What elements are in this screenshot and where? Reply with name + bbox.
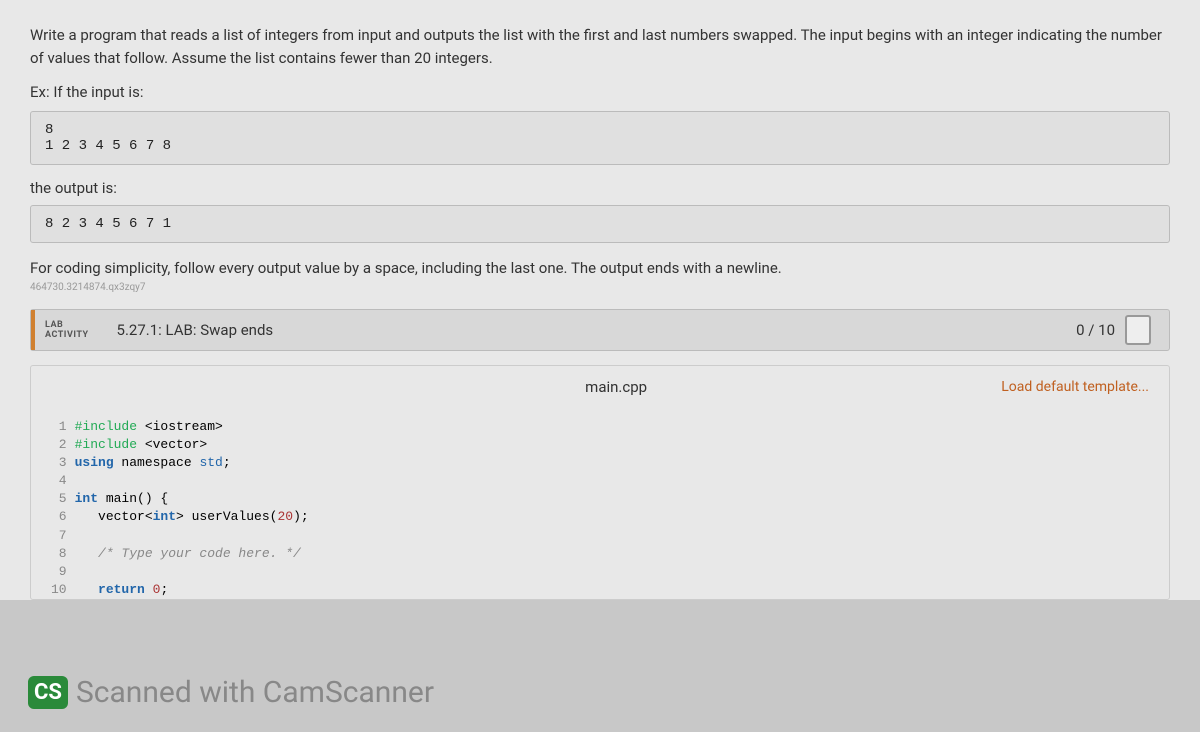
code-token: std [199,455,222,470]
code-token: #include [75,419,145,434]
cs-watermark-text: Scanned with CamScanner [76,675,434,710]
code-token: return [98,582,145,597]
hash-text: 464730.3214874.qx3zqy7 [30,282,1170,293]
score-box-icon [1125,315,1151,345]
lab-badge: LAB ACTIVITY [31,310,103,350]
load-template-link[interactable]: Load default template... [1001,379,1149,395]
code-token: namespace [114,455,200,470]
code-token: using [75,455,114,470]
score-text: 0 / 10 [1076,321,1115,339]
lab-header-right: 0 / 10 [1076,310,1169,350]
code-token: #include [75,437,145,452]
code-token: main() { [98,491,168,506]
code-token: int [153,509,176,524]
page-container: Write a program that reads a list of int… [0,0,1200,600]
code-token: vector< [75,509,153,524]
code-token: <vector> [145,437,207,452]
cs-badge-icon: CS [28,676,68,709]
editor-header: main.cpp Load default template... [31,366,1169,408]
code-token: ; [223,455,231,470]
code-token: > userValues( [176,509,277,524]
lab-header-left: LAB ACTIVITY 5.27.1: LAB: Swap ends [31,310,287,350]
code-token [145,582,153,597]
problem-description: Write a program that reads a list of int… [30,24,1170,69]
code-token: /* Type your code here. */ [75,546,301,561]
line-gutter: 1 2 3 4 5 6 7 8 9 10 [31,418,75,600]
input-example-block: 8 1 2 3 4 5 6 7 8 [30,111,1170,165]
code-editor[interactable]: 1 2 3 4 5 6 7 8 9 10 #include <iostream>… [31,408,1169,600]
lab-activity-box: LAB ACTIVITY 5.27.1: LAB: Swap ends 0 / … [30,309,1170,351]
code-token: ; [160,582,168,597]
editor-panel: main.cpp Load default template... 1 2 3 … [30,365,1170,601]
output-example-block: 8 2 3 4 5 6 7 1 [30,205,1170,243]
code-token: <iostream> [145,419,223,434]
editor-filename: main.cpp [231,378,1001,396]
followup-text: For coding simplicity, follow every outp… [30,257,1170,280]
code-token: 20 [277,509,293,524]
output-label: the output is: [30,179,1170,197]
code-token: int [75,491,98,506]
example-label: Ex: If the input is: [30,83,1170,101]
lab-header: LAB ACTIVITY 5.27.1: LAB: Swap ends 0 / … [31,310,1169,350]
code-content[interactable]: #include <iostream> #include <vector> us… [75,418,309,600]
lab-badge-line1: LAB [45,320,89,330]
code-token: ); [293,509,309,524]
lab-badge-line2: ACTIVITY [45,330,89,340]
lab-title: 5.27.1: LAB: Swap ends [103,310,288,350]
code-token [75,582,98,597]
camscanner-watermark: CS Scanned with CamScanner [28,675,434,710]
